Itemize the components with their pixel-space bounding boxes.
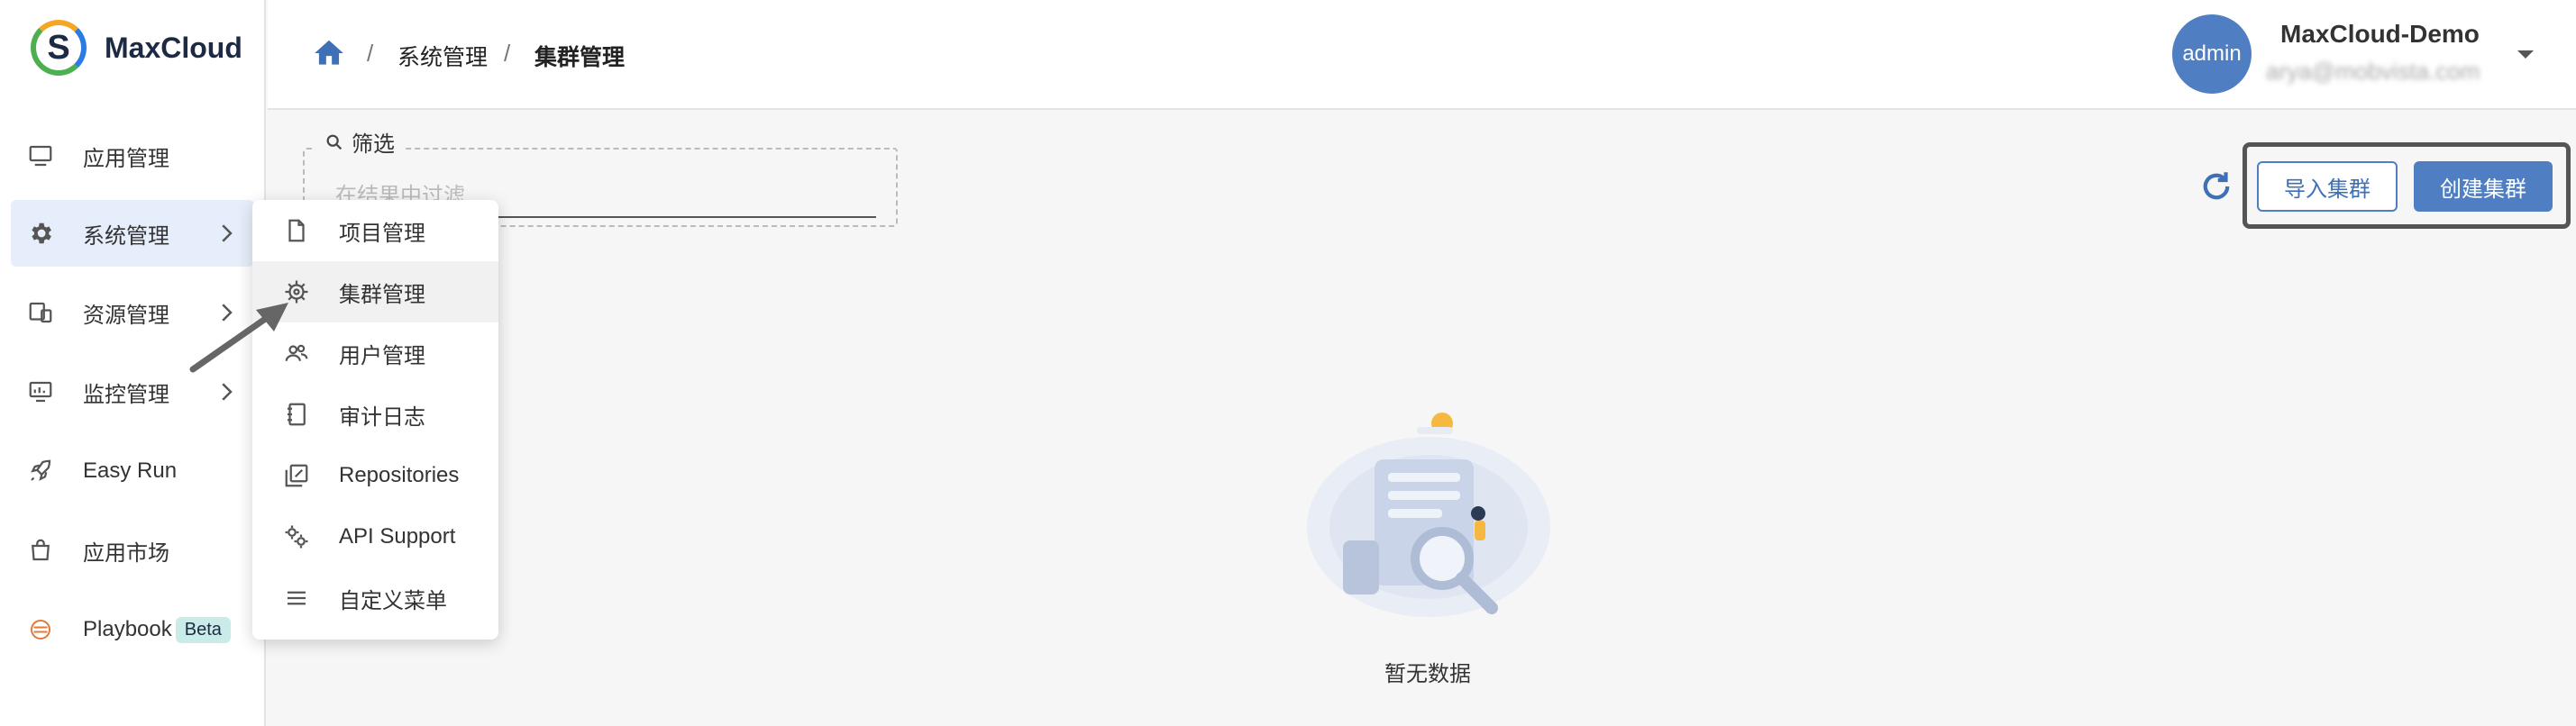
avatar[interactable]: admin (2172, 14, 2252, 94)
sidebar-item-label: Playbook (83, 617, 172, 641)
document-icon (288, 219, 305, 242)
submenu-item-label: API Support (339, 524, 456, 549)
submenu-item-repositories[interactable]: Repositories (252, 445, 498, 506)
filter-legend: 筛选 (315, 126, 404, 158)
empty-state-text: 暂无数据 (1384, 662, 1471, 686)
breadcrumb-cluster-management: 集群管理 (534, 45, 626, 70)
user-email: arya@mobvista.com (2266, 58, 2480, 85)
cogs-icon (285, 525, 308, 549)
sidebar-item-label: 资源管理 (83, 303, 169, 328)
brand-logo[interactable]: S MaxCloud (31, 20, 242, 76)
submenu-item-label: 审计日志 (339, 404, 425, 430)
menu-lines-icon (288, 591, 306, 605)
chevron-right-icon (222, 383, 233, 401)
monitor-icon (25, 141, 56, 171)
devices-icon (25, 297, 56, 328)
submenu-item-project-management[interactable]: 项目管理 (252, 200, 498, 261)
chevron-right-icon (222, 224, 233, 242)
breadcrumb-separator: / (504, 40, 511, 67)
playbook-icon (25, 614, 56, 645)
brand-name: MaxCloud (105, 31, 242, 64)
beta-badge: Beta (175, 616, 231, 643)
system-management-submenu: 项目管理 集群管理 用户管理 审计日志 Repositories API Sup… (252, 200, 498, 640)
home-icon[interactable] (311, 36, 347, 70)
chevron-down-icon[interactable] (2515, 45, 2536, 63)
submenu-item-api-support[interactable]: API Support (252, 506, 498, 567)
sidebar-item-system-management[interactable]: 系统管理 (11, 200, 254, 267)
sidebar-item-app-market[interactable]: 应用市场 (11, 517, 254, 584)
search-icon (326, 134, 343, 150)
sidebar-item-label: 系统管理 (83, 223, 169, 249)
filter-legend-label: 筛选 (352, 132, 395, 157)
empty-state-illustration (1307, 413, 1550, 617)
top-header: / 系统管理 / 集群管理 admin MaxCloud-Demo arya@m… (268, 0, 2576, 110)
logo-mark: S (31, 20, 87, 76)
submenu-item-label: 用户管理 (339, 343, 425, 368)
refresh-icon[interactable] (2197, 168, 2235, 205)
import-cluster-button[interactable]: 导入集群 (2257, 161, 2398, 212)
submenu-item-audit-log[interactable]: 审计日志 (252, 384, 498, 445)
create-cluster-button[interactable]: 创建集群 (2414, 161, 2553, 212)
sidebar-item-label: 应用管理 (83, 146, 169, 171)
shopping-bag-icon (25, 535, 56, 566)
notebook-icon (288, 403, 306, 426)
dashboard-icon (25, 377, 56, 407)
breadcrumb-system-management[interactable]: 系统管理 (397, 40, 488, 72)
user-name[interactable]: MaxCloud-Demo (2280, 20, 2480, 49)
annotation-arrow (189, 303, 288, 373)
submenu-item-label: 自定义菜单 (339, 588, 447, 613)
submenu-item-label: Repositories (339, 463, 460, 487)
submenu-item-label: 项目管理 (339, 221, 425, 246)
submenu-item-custom-menu[interactable]: 自定义菜单 (252, 567, 498, 629)
sidebar-item-label: 应用市场 (83, 540, 169, 566)
gear-icon (25, 218, 56, 249)
submenu-item-label: 集群管理 (339, 282, 425, 307)
sidebar-item-easy-run[interactable]: Easy Run (11, 438, 254, 504)
library-icon (285, 464, 308, 487)
breadcrumb-separator: / (367, 40, 374, 67)
sidebar-item-playbook[interactable]: Playbook Beta (11, 596, 254, 663)
sidebar-item-app-management[interactable]: 应用管理 (11, 123, 254, 189)
rocket-icon (25, 456, 56, 486)
sidebar-item-label: Easy Run (83, 458, 178, 483)
sidebar-item-label: 监控管理 (83, 382, 169, 407)
